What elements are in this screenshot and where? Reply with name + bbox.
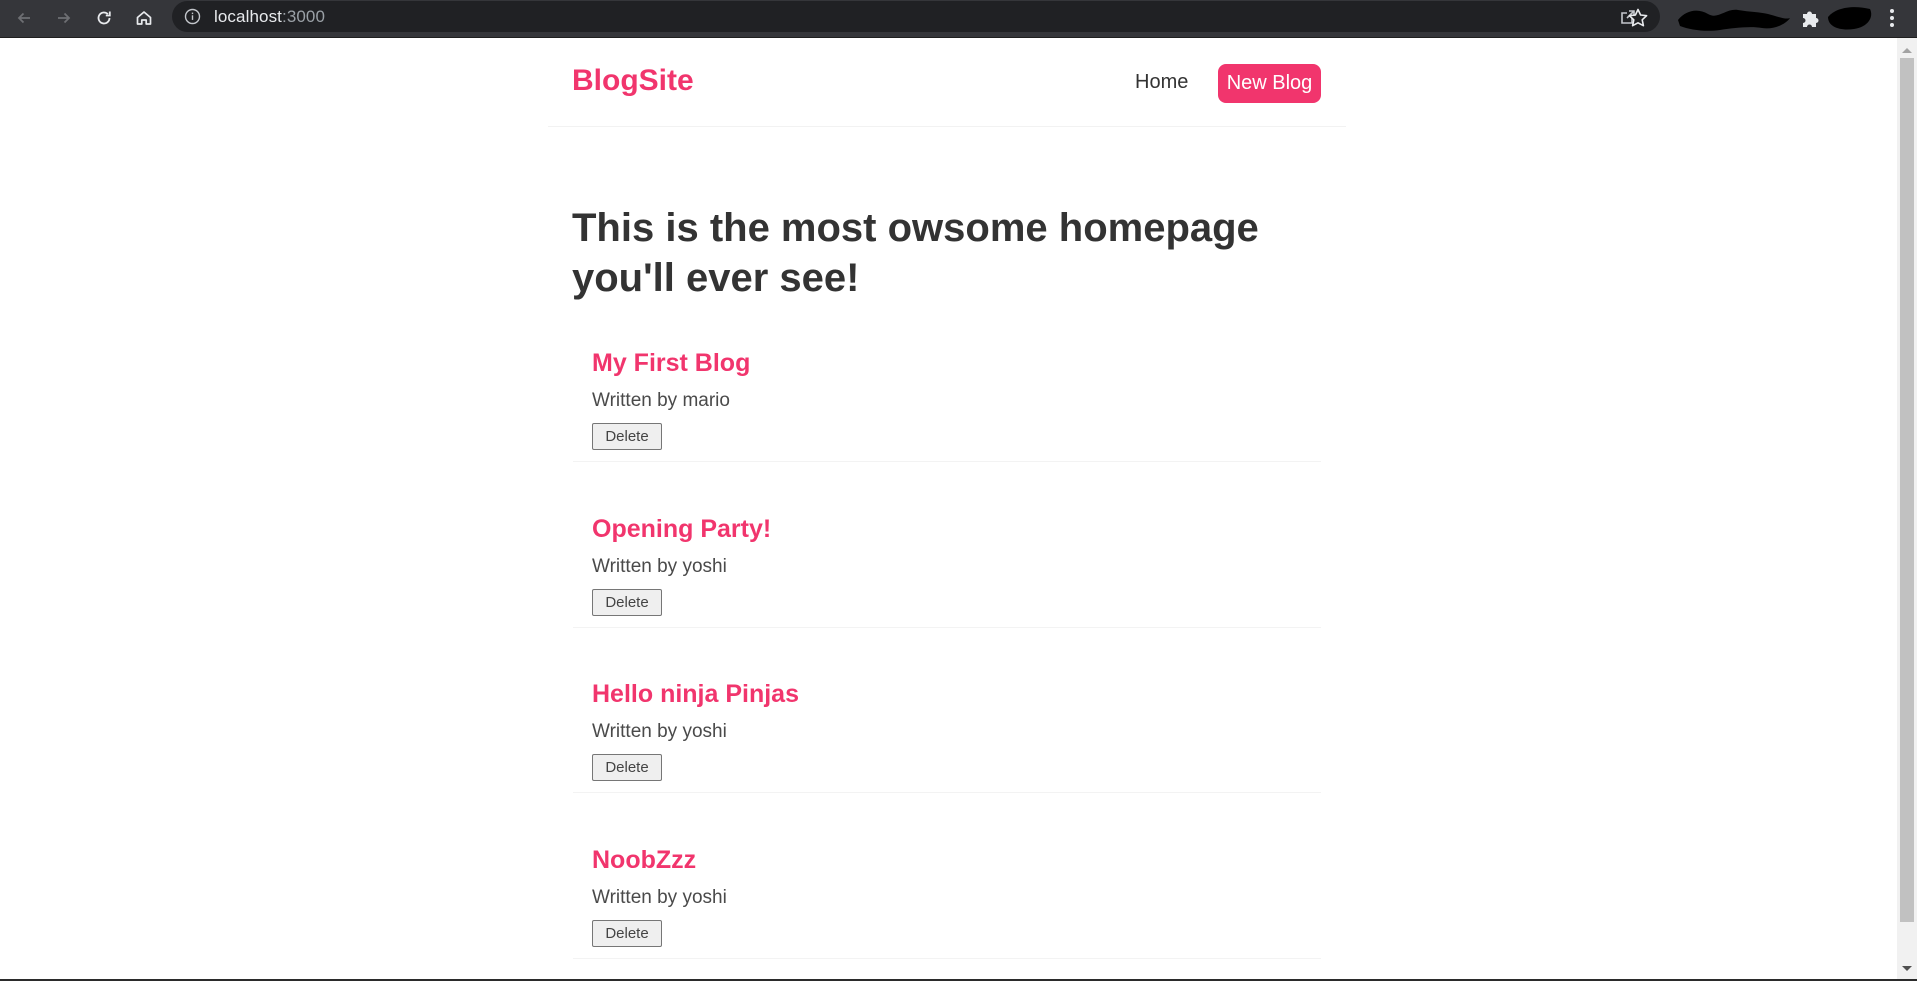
delete-button[interactable]: Delete [592,920,662,947]
page-heading: This is the most owsome homepage you'll … [572,206,1259,300]
home-icon[interactable] [129,3,159,33]
address-bar[interactable]: localhost:3000 [172,1,1660,32]
delete-button[interactable]: Delete [592,754,662,781]
redacted-avatar-icon [1826,3,1874,33]
scroll-up-arrow-icon[interactable] [1902,48,1912,53]
nav-new-blog-button[interactable]: New Blog [1218,64,1321,103]
url-host: localhost [214,7,282,26]
info-icon[interactable] [184,8,201,25]
blog-title: My First Blog [592,349,751,377]
kebab-menu-icon[interactable] [1878,3,1906,33]
blog-preview: Hello ninja Pinjas Written by yoshi Dele… [573,668,1321,793]
forward-arrow-icon[interactable] [49,3,79,33]
blog-title: Opening Party! [592,515,772,543]
blog-preview: My First Blog Written by mario Delete [573,337,1321,462]
page-viewport: BlogSite Home New Blog This is the most … [0,38,1897,979]
blog-title: NoobZzz [592,846,697,874]
blog-author: Written by yoshi [592,887,727,908]
redacted-profile-icon [1674,4,1792,32]
reload-icon[interactable] [89,3,119,33]
blog-title: Hello ninja Pinjas [592,680,799,708]
url-text[interactable]: localhost:3000 [214,7,325,27]
vertical-scrollbar[interactable] [1897,38,1917,979]
delete-button[interactable]: Delete [592,589,662,616]
blog-author: Written by yoshi [592,721,727,742]
blog-author: Written by yoshi [592,556,727,577]
url-port: :3000 [282,7,326,26]
star-icon[interactable] [1626,6,1650,30]
puzzle-icon[interactable] [1796,4,1824,32]
back-arrow-icon[interactable] [9,3,39,33]
blog-author: Written by mario [592,390,730,411]
scrollbar-thumb[interactable] [1900,58,1914,922]
delete-button[interactable]: Delete [592,423,662,450]
nav-home-link[interactable]: Home [1135,71,1188,94]
blog-preview: Opening Party! Written by yoshi Delete [573,503,1321,628]
site-brand: BlogSite [572,64,694,97]
browser-toolbar: localhost:3000 [0,0,1917,38]
scroll-down-arrow-icon[interactable] [1902,966,1912,971]
blog-preview: NoobZzz Written by yoshi Delete [573,834,1321,959]
site-navbar: BlogSite Home New Blog [548,38,1346,127]
